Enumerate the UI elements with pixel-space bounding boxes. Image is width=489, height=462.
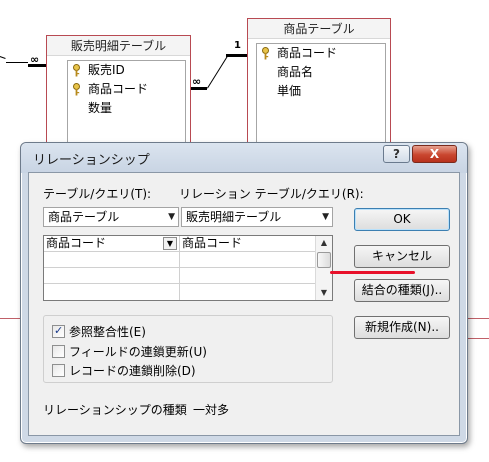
field-mapping-grid: 商品コード ▼ 商品コード ▲ ▼ — [43, 235, 333, 301]
checkbox-label: レコードの連鎖削除(D) — [69, 364, 196, 378]
relationship-type-value: 一対多 — [193, 403, 230, 417]
chevron-down-icon: ▼ — [322, 212, 329, 222]
dialog-title: リレーションシップ — [33, 153, 150, 168]
close-button[interactable]: X — [412, 145, 457, 163]
field-label: 数量 — [88, 101, 113, 115]
grid-cell-left[interactable] — [44, 252, 180, 268]
scroll-down-icon[interactable]: ▼ — [316, 286, 332, 300]
field-item[interactable]: 商品コード — [68, 80, 185, 99]
cell-text: 商品コード — [46, 236, 107, 250]
create-new-button[interactable]: 新規作成(N).. — [354, 316, 450, 339]
canvas-divider-right-lower — [468, 338, 489, 339]
select-value: 商品テーブル — [48, 210, 120, 224]
checkbox-icon[interactable] — [52, 345, 65, 358]
field-item[interactable]: 販売ID — [68, 61, 185, 80]
relationship-join-bar — [226, 54, 247, 57]
field-label: 販売ID — [88, 63, 125, 77]
grid-cell-left[interactable]: 商品コード ▼ — [44, 236, 180, 252]
grid-scrollbar[interactable]: ▲ ▼ — [315, 236, 332, 300]
highlight-underline — [330, 271, 415, 274]
relationship-type-label: リレーションシップの種類 — [43, 403, 187, 417]
select-value: 販売明細テーブル — [186, 210, 282, 224]
ok-button[interactable]: OK — [354, 208, 450, 231]
grid-cell-right[interactable]: 商品コード — [180, 236, 316, 252]
table-title: 商品テーブル — [248, 19, 390, 39]
dialog-body: テーブル/クエリ(T): リレーション テーブル/クエリ(R): 商品テーブル … — [28, 172, 460, 436]
table-query-select[interactable]: 商品テーブル ▼ — [43, 207, 179, 227]
related-table-query-select[interactable]: 販売明細テーブル ▼ — [181, 207, 333, 227]
enforce-integrity-checkbox[interactable]: 参照整合性(E) — [52, 323, 146, 340]
relationship-line-left-end — [6, 62, 28, 63]
table-query-label: テーブル/クエリ(T): — [43, 187, 152, 201]
grid-cell-right[interactable] — [180, 268, 316, 284]
grid-cell-left[interactable] — [44, 268, 180, 284]
field-label: 商品コード — [277, 46, 338, 60]
canvas-divider-left — [0, 318, 20, 319]
key-icon — [73, 83, 80, 96]
key-icon — [262, 47, 269, 60]
cascade-update-checkbox[interactable]: フィールドの連鎖更新(U) — [52, 344, 207, 360]
cell-text: 商品コード — [182, 236, 243, 250]
chevron-down-icon: ▼ — [168, 212, 175, 222]
integrity-options-group: 参照整合性(E) フィールドの連鎖更新(U) レコードの連鎖削除(D) — [43, 315, 333, 383]
field-label: 商品コード — [88, 82, 149, 96]
cascade-delete-checkbox[interactable]: レコードの連鎖削除(D) — [52, 363, 196, 379]
field-label: 商品名 — [277, 65, 314, 79]
cancel-button[interactable]: キャンセル — [354, 245, 450, 268]
table-title: 販売明細テーブル — [47, 36, 190, 56]
relationship-line — [207, 55, 228, 89]
field-item[interactable]: 数量 — [68, 99, 185, 118]
checkbox-label: フィールドの連鎖更新(U) — [69, 345, 207, 359]
cardinality-many-symbol: ∞ — [192, 75, 202, 88]
field-list: 商品コード 商品名 単価 — [256, 43, 386, 157]
help-button[interactable]: ? — [383, 145, 410, 163]
cardinality-many-symbol: ∞ — [30, 53, 40, 66]
scroll-thumb[interactable] — [317, 252, 331, 268]
key-icon — [73, 64, 80, 77]
field-label: 単価 — [277, 84, 302, 98]
grid-cell-right[interactable] — [180, 252, 316, 268]
field-item[interactable]: 単価 — [257, 82, 385, 101]
join-type-button[interactable]: 結合の種類(J).. — [354, 279, 450, 302]
related-table-query-label: リレーション テーブル/クエリ(R): — [179, 187, 364, 201]
field-item[interactable]: 商品名 — [257, 63, 385, 82]
scroll-up-icon[interactable]: ▲ — [316, 236, 332, 250]
checkbox-label: 参照整合性(E) — [69, 325, 146, 339]
relationship-line-left — [0, 56, 6, 59]
relationship-dialog: リレーションシップ ? X テーブル/クエリ(T): リレーション テーブル/ク… — [20, 142, 468, 444]
canvas-divider-right — [468, 318, 489, 319]
product-table-box[interactable]: 商品テーブル 商品コード 商品名 単価 — [247, 18, 391, 158]
cardinality-one-symbol: 1 — [234, 40, 241, 51]
chevron-down-icon[interactable]: ▼ — [163, 237, 177, 250]
checkbox-icon[interactable] — [52, 364, 65, 377]
dialog-titlebar[interactable]: リレーションシップ ? X — [21, 143, 467, 173]
grid-cell-right[interactable] — [180, 284, 316, 300]
grid-cell-left[interactable] — [44, 284, 180, 300]
field-item[interactable]: 商品コード — [257, 44, 385, 63]
checkbox-checked-icon[interactable] — [52, 323, 65, 339]
